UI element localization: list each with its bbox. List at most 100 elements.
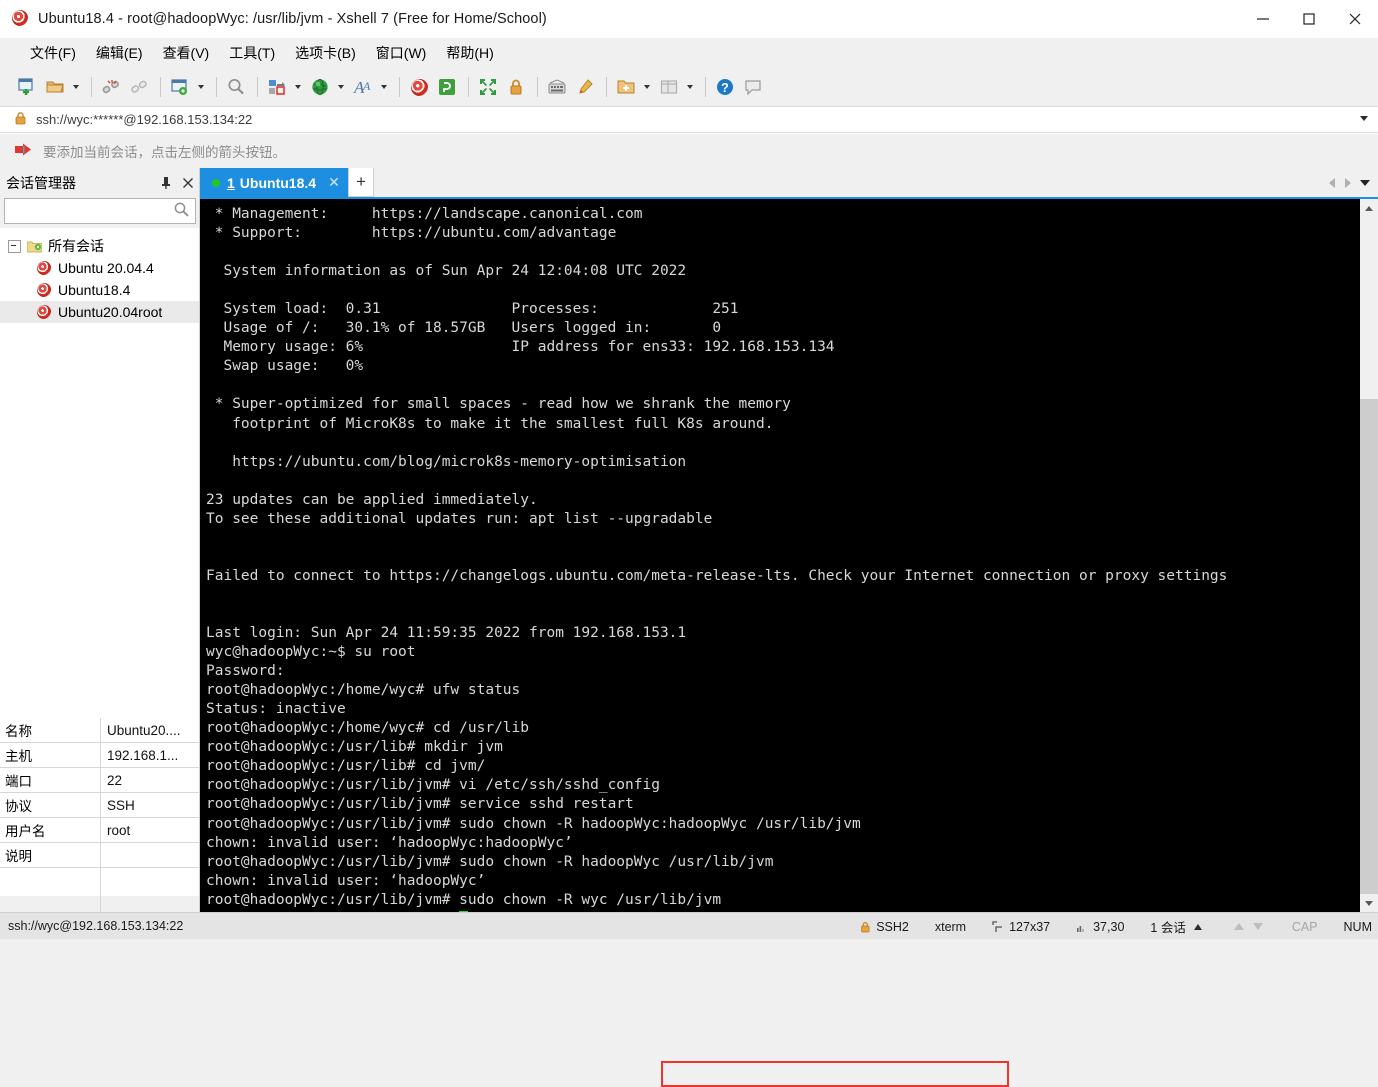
- chevron-down-icon[interactable]: [1356, 168, 1374, 197]
- terminal-scrollbar[interactable]: [1360, 199, 1378, 912]
- session-spiral-icon: [36, 304, 52, 320]
- terminal-line: Memory usage: 6% IP address for ens33: 1…: [206, 339, 835, 356]
- tab-number: 1: [227, 174, 235, 191]
- session-spiral-icon: [36, 282, 52, 298]
- disconnect-icon[interactable]: [98, 74, 124, 100]
- address-bar[interactable]: ssh://wyc:******@192.168.153.134:22: [0, 106, 1378, 133]
- layout-dropdown-caret[interactable]: [684, 74, 696, 100]
- minimize-button[interactable]: [1240, 0, 1286, 38]
- terminal-output[interactable]: * Management: https://landscape.canonica…: [200, 199, 1360, 912]
- new-session-icon[interactable]: [14, 74, 40, 100]
- terminal-line: System information as of Sun Apr 24 12:0…: [206, 263, 687, 280]
- terminal-line: root@hadoopWyc:/usr/lib/jvm# service ssh…: [206, 796, 634, 813]
- globe-icon[interactable]: [307, 74, 333, 100]
- font-icon[interactable]: AA: [350, 74, 376, 100]
- property-row-protocol: 协议 SSH: [0, 793, 199, 818]
- open-folder-icon[interactable]: [42, 74, 68, 100]
- compose-icon[interactable]: [613, 74, 639, 100]
- terminal-line: root@hadoopWyc:/usr/lib/jvm# sudo chown …: [206, 891, 722, 908]
- find-icon[interactable]: [223, 74, 249, 100]
- toolbar-separator: [606, 77, 607, 97]
- tab-bar: 1 Ubuntu18.4 ✕ +: [200, 168, 1378, 197]
- tab-ubuntu18-4[interactable]: 1 Ubuntu18.4 ✕: [200, 168, 349, 197]
- scrollbar-thumb[interactable]: [1360, 399, 1378, 894]
- menu-edit[interactable]: 编辑(E): [86, 40, 153, 66]
- property-value: [101, 843, 199, 867]
- status-term-type: xterm: [934, 919, 967, 934]
- pin-icon[interactable]: [155, 172, 177, 194]
- session-properties-icon[interactable]: [167, 74, 193, 100]
- search-icon[interactable]: [173, 201, 190, 221]
- status-cursor-label: 37,30: [1093, 919, 1125, 934]
- new-tab-button[interactable]: +: [348, 168, 375, 197]
- menu-tabs[interactable]: 选项卡(B): [285, 40, 366, 66]
- compose-dropdown-caret[interactable]: [641, 74, 653, 100]
- menu-file[interactable]: 文件(F): [20, 40, 86, 66]
- tree-node-all-sessions[interactable]: 所有会话: [0, 235, 199, 257]
- menu-view[interactable]: 查看(V): [153, 40, 220, 66]
- svg-text:?: ?: [721, 81, 729, 95]
- transfer-dropdown-caret[interactable]: [292, 74, 304, 100]
- status-session-count[interactable]: 1 会话: [1150, 917, 1202, 936]
- property-row-host: 主机 192.168.1...: [0, 743, 199, 768]
- xftp-icon[interactable]: [434, 74, 460, 100]
- collapse-expander-icon[interactable]: [8, 239, 21, 253]
- terminal-line: * Super-optimized for small spaces - rea…: [206, 396, 791, 413]
- cursor-position-icon: [1076, 921, 1088, 933]
- hint-text: 要添加当前会话，点击左侧的箭头按钮。: [43, 145, 286, 160]
- terminal-line: Usage of /: 30.1% of 18.57GB Users logge…: [206, 320, 722, 337]
- status-connection-url: ssh://wyc@192.168.153.134:22: [8, 919, 184, 933]
- maximize-button[interactable]: [1286, 0, 1332, 38]
- screen-size-icon: [992, 920, 1004, 933]
- toolbar-separator: [216, 77, 217, 97]
- tree-node-ubuntu20-04root[interactable]: Ubuntu20.04root: [0, 301, 199, 323]
- fullscreen-icon[interactable]: [475, 74, 501, 100]
- font-dropdown-caret[interactable]: [378, 74, 390, 100]
- globe-dropdown-caret[interactable]: [335, 74, 347, 100]
- session-manager-panel: 会话管理器 所有会话 Ubuntu 20.04.4 Ubuntu18.4 Ubu…: [0, 168, 200, 921]
- terminal-line: footprint of MicroK8s to make it the sma…: [206, 415, 774, 432]
- session-search-field[interactable]: [0, 202, 173, 220]
- open-folder-dropdown-caret[interactable]: [70, 74, 82, 100]
- highlight-icon[interactable]: [572, 74, 598, 100]
- menu-help[interactable]: 帮助(H): [436, 40, 503, 66]
- close-icon[interactable]: [177, 172, 199, 194]
- transfer-icon[interactable]: [264, 74, 290, 100]
- chevron-right-icon[interactable]: [1340, 168, 1356, 197]
- lock-icon: [860, 921, 871, 933]
- toolbar-separator: [705, 77, 706, 97]
- command-highlight-box: [661, 1061, 1009, 1087]
- title-bar: Ubuntu18.4 - root@hadoopWyc: /usr/lib/jv…: [0, 0, 1378, 38]
- help-icon[interactable]: ?: [712, 74, 738, 100]
- feedback-icon[interactable]: [740, 74, 766, 100]
- menu-window[interactable]: 窗口(W): [366, 40, 437, 66]
- tree-node-label: 所有会话: [48, 238, 104, 254]
- close-button[interactable]: [1332, 0, 1378, 38]
- tree-node-ubuntu18-4[interactable]: Ubuntu18.4: [0, 279, 199, 301]
- reconnect-icon[interactable]: [126, 74, 152, 100]
- property-value: 192.168.1...: [107, 747, 179, 763]
- layout-icon[interactable]: [656, 74, 682, 100]
- chevron-down-icon[interactable]: [1360, 116, 1368, 121]
- scroll-down-button[interactable]: [1360, 894, 1378, 912]
- session-search-input[interactable]: [0, 198, 196, 224]
- menu-bar: 文件(F) 编辑(E) 查看(V) 工具(T) 选项卡(B) 窗口(W) 帮助(…: [0, 38, 1378, 68]
- chevron-left-icon[interactable]: [1324, 168, 1340, 197]
- tab-close-icon[interactable]: ✕: [326, 174, 342, 191]
- terminal-line: Status: inactive: [206, 701, 346, 718]
- session-properties-dropdown-caret[interactable]: [195, 74, 207, 100]
- status-transfer-arrows: [1228, 919, 1266, 934]
- caret-up-icon[interactable]: [1193, 923, 1202, 930]
- menu-tools[interactable]: 工具(T): [219, 40, 285, 66]
- terminal-line: chown: invalid user: ‘hadoopWyc:hadoopWy…: [206, 834, 573, 851]
- terminal-line: root@hadoopWyc:/usr/lib/jvm# vi /etc/ssh…: [206, 777, 660, 794]
- scroll-up-button[interactable]: [1360, 199, 1378, 217]
- tree-node-ubuntu-20-04-4[interactable]: Ubuntu 20.04.4: [0, 257, 199, 279]
- xshell-icon[interactable]: [406, 74, 432, 100]
- keyboard-icon[interactable]: [544, 74, 570, 100]
- lock-icon[interactable]: [503, 74, 529, 100]
- lock-icon: [14, 111, 27, 128]
